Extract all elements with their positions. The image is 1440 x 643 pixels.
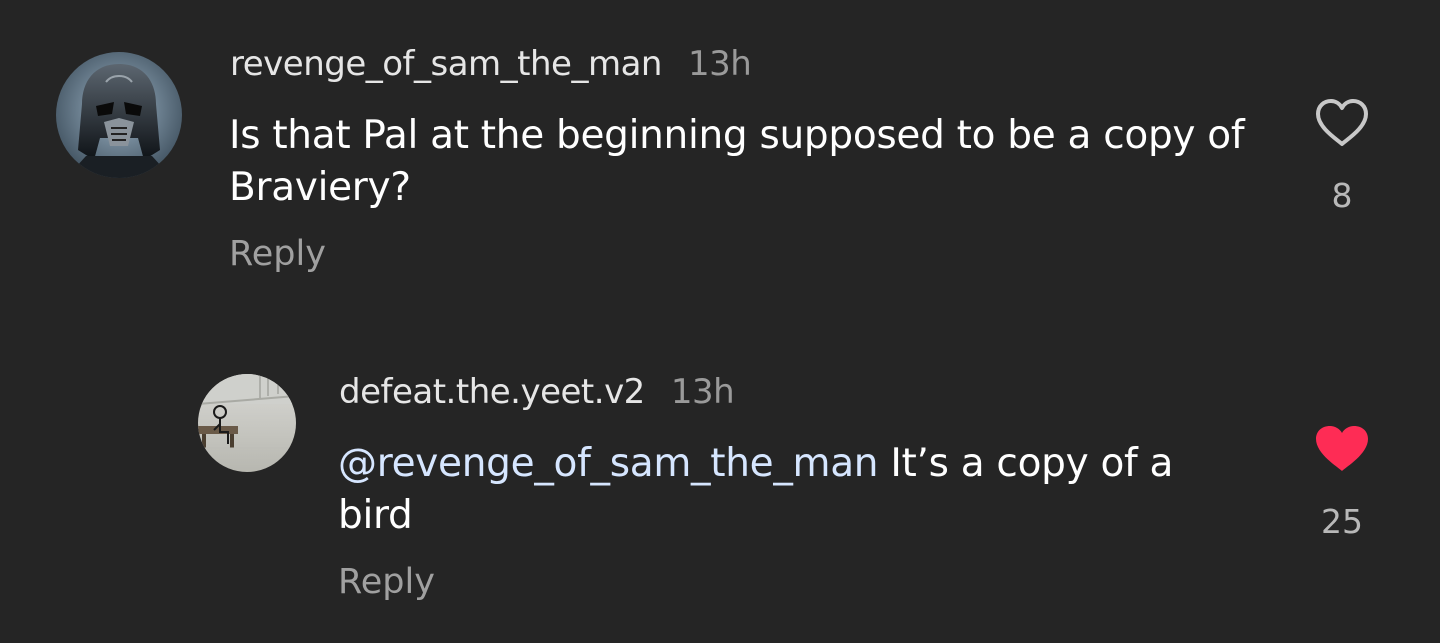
avatar[interactable] xyxy=(56,52,182,178)
stickfigure-avatar-icon xyxy=(198,374,296,472)
comment-meta: revenge_of_sam_the_man 13h xyxy=(230,44,752,84)
comment-meta: defeat.the.yeet.v2 13h xyxy=(339,372,735,412)
helmet-avatar-icon xyxy=(56,52,182,178)
avatar[interactable] xyxy=(198,374,296,472)
heart-filled-icon xyxy=(1316,426,1368,471)
timestamp: 13h xyxy=(687,44,752,84)
like-button[interactable]: 8 xyxy=(1297,98,1387,215)
comment-text: Is that Pal at the beginning supposed to… xyxy=(229,113,1245,210)
reply-button[interactable]: Reply xyxy=(338,562,435,602)
reply-button[interactable]: Reply xyxy=(229,234,326,274)
like-count: 8 xyxy=(1331,176,1353,215)
heart-outline-icon xyxy=(1316,99,1368,146)
mention-link[interactable]: @revenge_of_sam_the_man xyxy=(338,441,879,486)
like-count: 25 xyxy=(1321,502,1363,541)
username[interactable]: revenge_of_sam_the_man xyxy=(230,44,662,84)
like-button[interactable]: 25 xyxy=(1297,424,1387,541)
comment-text: @revenge_of_sam_the_man It’s a copy of a… xyxy=(338,438,1238,542)
timestamp: 13h xyxy=(670,372,735,412)
username[interactable]: defeat.the.yeet.v2 xyxy=(339,372,645,412)
